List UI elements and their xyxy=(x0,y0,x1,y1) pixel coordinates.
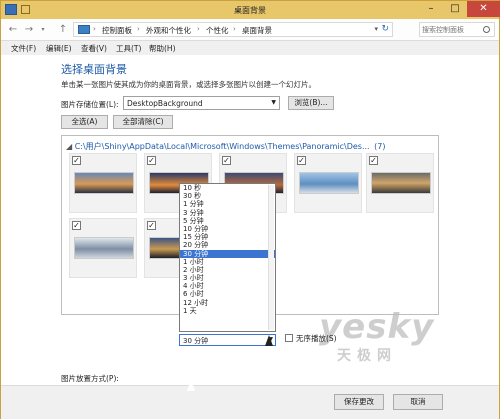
wallpaper-checkbox[interactable]: ✓ xyxy=(369,156,378,165)
chevron-down-icon: ▼ xyxy=(271,99,276,106)
interval-option[interactable]: 6 小时 xyxy=(180,290,275,298)
location-value: DesktopBackground xyxy=(127,99,203,108)
watermark-brand-cn: 天极网 xyxy=(337,348,397,364)
interval-option[interactable]: 10 秒 xyxy=(180,184,275,192)
wallpaper-checkbox[interactable]: ✓ xyxy=(147,221,156,230)
breadcrumb-appearance[interactable]: 外观和个性化 xyxy=(146,25,191,36)
interval-dropdown-list[interactable]: 10 秒 30 秒 1 分钟 3 分钟 5 分钟 10 分钟 15 分钟 20 … xyxy=(179,183,276,332)
interval-option-selected[interactable]: 30 分钟 xyxy=(180,249,275,258)
search-input[interactable] xyxy=(420,23,482,36)
interval-option[interactable]: 3 分钟 xyxy=(180,209,275,217)
back-button[interactable]: ← xyxy=(7,23,19,36)
chevron-right-icon: › xyxy=(233,25,236,33)
interval-option[interactable]: 1 天 xyxy=(180,307,275,315)
wallpaper-checkbox[interactable]: ✓ xyxy=(222,156,231,165)
menu-help[interactable]: 帮助(H) xyxy=(149,43,176,54)
chevron-right-icon: › xyxy=(93,25,96,33)
interval-option[interactable]: 20 分钟 xyxy=(180,241,275,249)
wallpaper-tile[interactable]: ✓ xyxy=(366,153,434,213)
location-label: 图片存储位置(L): xyxy=(61,100,119,109)
recent-locations-icon[interactable]: ▾ xyxy=(37,23,49,36)
menu-file[interactable]: 文件(F) xyxy=(11,43,36,54)
chevron-right-icon: › xyxy=(197,25,200,33)
wallpaper-thumbnail xyxy=(74,172,134,194)
position-label: 图片放置方式(P): xyxy=(61,374,119,383)
breadcrumb-personalization[interactable]: 个性化 xyxy=(206,25,229,36)
menu-edit[interactable]: 编辑(E) xyxy=(46,43,72,54)
menu-bar: 文件(F) 编辑(E) 查看(V) 工具(T) 帮助(H) xyxy=(1,42,499,55)
shuffle-checkbox[interactable] xyxy=(285,334,293,342)
wallpaper-checkbox[interactable]: ✓ xyxy=(297,156,306,165)
breadcrumb-desktop-background[interactable]: 桌面背景 xyxy=(242,25,272,36)
forward-button[interactable]: → xyxy=(23,23,35,36)
up-button[interactable]: ↑ xyxy=(57,23,69,36)
wallpaper-checkbox[interactable]: ✓ xyxy=(147,156,156,165)
wallpaper-thumbnail xyxy=(299,172,359,194)
interval-option[interactable]: 1 小时 xyxy=(180,258,275,266)
wallpaper-checkbox[interactable]: ✓ xyxy=(72,156,81,165)
save-changes-button[interactable]: 保存更改 xyxy=(334,394,384,410)
location-select[interactable]: DesktopBackground ▼ xyxy=(123,96,280,110)
maximize-button[interactable]: □ xyxy=(443,1,467,17)
interval-option[interactable]: 2 小时 xyxy=(180,266,275,274)
interval-option[interactable]: 1 分钟 xyxy=(180,200,275,208)
interval-option[interactable]: 10 分钟 xyxy=(180,225,275,233)
menu-view[interactable]: 查看(V) xyxy=(81,43,107,54)
mouse-pointer-icon xyxy=(187,379,195,391)
navigation-bar: ← → ▾ ↑ › 控制面板 › 外观和个性化 › 个性化 › 桌面背景 ▾ ↻ xyxy=(1,19,499,41)
wallpaper-tile[interactable]: ✓ xyxy=(69,153,137,213)
browse-button[interactable]: 浏览(B)... xyxy=(288,96,334,110)
menu-tools[interactable]: 工具(T) xyxy=(116,43,141,54)
wallpaper-tile[interactable]: ✓ xyxy=(69,218,137,278)
page-subtitle: 单击某一张图片使其成为你的桌面背景，或选择多张图片以创建一个幻灯片。 xyxy=(61,80,316,89)
folder-count: (7) xyxy=(374,142,386,151)
search-box[interactable] xyxy=(419,22,495,37)
breadcrumb-control-panel[interactable]: 控制面板 xyxy=(102,25,132,36)
page-title: 选择桌面背景 xyxy=(61,63,127,76)
footer-bar: 保存更改 取消 xyxy=(1,385,499,419)
wallpaper-thumbnail xyxy=(371,172,431,194)
dropdown-scrollbar[interactable] xyxy=(268,185,274,330)
collapse-triangle-icon[interactable]: ◢ xyxy=(66,142,72,151)
folder-header[interactable]: ◢ C:\用户\Shiny\AppData\Local\Microsoft\Wi… xyxy=(66,141,385,152)
mouse-pointer-icon xyxy=(265,335,273,346)
clear-all-button[interactable]: 全部清除(C) xyxy=(113,115,173,129)
wallpaper-thumbnail xyxy=(74,237,134,259)
desktop-background-window: 桌面背景 – □ ✕ ← → ▾ ↑ › 控制面板 › 外观和个性化 › 个性化… xyxy=(0,0,500,419)
folder-path: C:\用户\Shiny\AppData\Local\Microsoft\Wind… xyxy=(74,142,370,151)
cancel-button[interactable]: 取消 xyxy=(393,394,443,410)
interval-option[interactable]: 12 小时 xyxy=(180,299,275,307)
interval-select[interactable]: 30 分钟 ▼ xyxy=(179,334,276,346)
wallpaper-checkbox[interactable]: ✓ xyxy=(72,221,81,230)
chevron-down-icon[interactable]: ▾ xyxy=(374,25,378,33)
chevron-right-icon: › xyxy=(137,25,140,33)
refresh-icon[interactable]: ↻ xyxy=(381,24,389,34)
shuffle-label: 无序播放(S) xyxy=(296,334,337,343)
select-all-button[interactable]: 全选(A) xyxy=(61,115,108,129)
computer-icon xyxy=(78,25,90,34)
search-icon[interactable] xyxy=(483,26,490,33)
address-bar[interactable]: › 控制面板 › 外观和个性化 › 个性化 › 桌面背景 ▾ ↻ xyxy=(73,22,393,37)
minimize-button[interactable]: – xyxy=(419,1,443,17)
wallpaper-tile[interactable]: ✓ xyxy=(294,153,362,213)
interval-value: 30 分钟 xyxy=(183,337,209,345)
title-bar: 桌面背景 – □ ✕ xyxy=(1,1,500,19)
close-button[interactable]: ✕ xyxy=(467,1,500,17)
interval-option[interactable]: 5 分钟 xyxy=(180,217,275,225)
